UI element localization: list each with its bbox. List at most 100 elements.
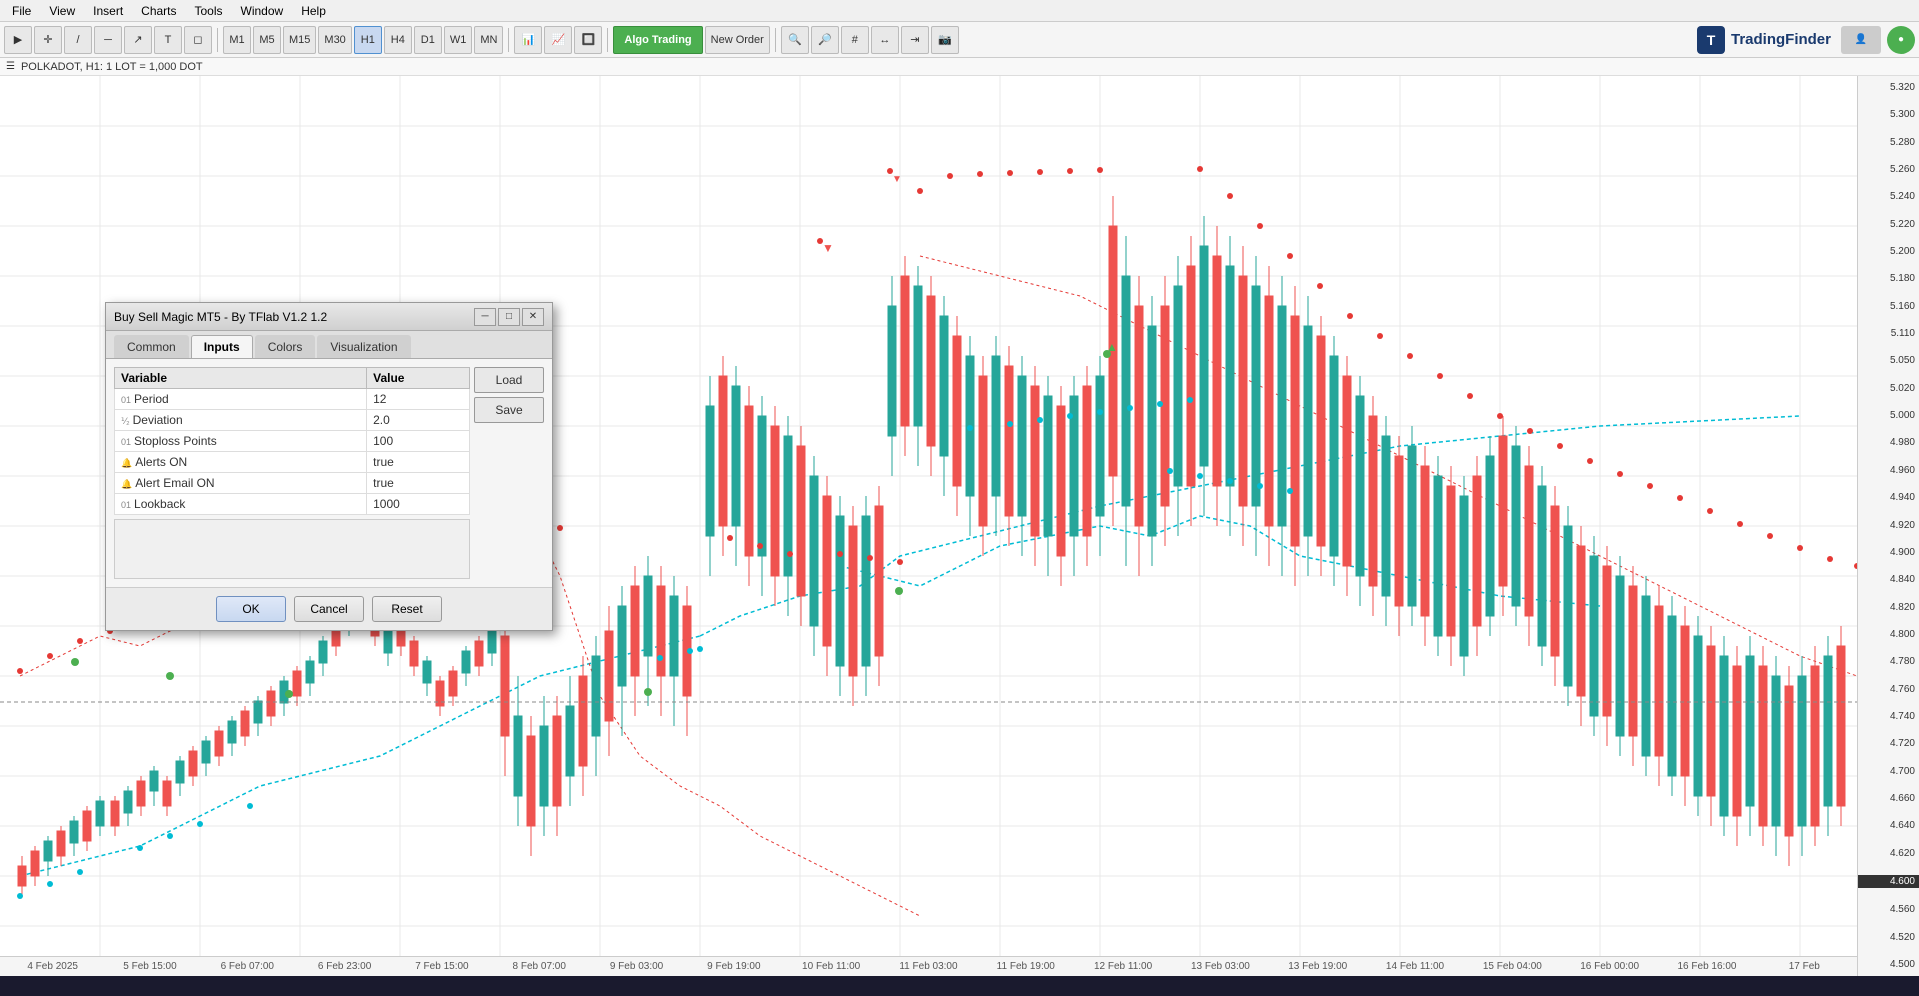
row-icon-0: 01: [121, 395, 131, 405]
row-value-5[interactable]: 1000: [367, 494, 470, 515]
toolbar-sep-1: [217, 28, 218, 52]
row-value-0[interactable]: 12: [367, 389, 470, 410]
tb-text[interactable]: T: [154, 26, 182, 54]
row-icon-1: ⅟₂: [121, 416, 130, 426]
tab-common[interactable]: Common: [114, 335, 189, 358]
tb-account[interactable]: 👤: [1841, 26, 1881, 54]
tab-inputs[interactable]: Inputs: [191, 335, 253, 358]
price-4800: 4.800: [1858, 629, 1919, 640]
menu-help[interactable]: Help: [293, 2, 334, 20]
toolbar: ▶ ✛ / ─ ↗ T ◻ M1 M5 M15 M30 H1 H4 D1 W1 …: [0, 22, 1919, 58]
tb-cursor[interactable]: ▶: [4, 26, 32, 54]
price-4940: 4.940: [1858, 492, 1919, 503]
menu-insert[interactable]: Insert: [85, 2, 131, 20]
tb-zoom-in[interactable]: 🔍: [781, 26, 809, 54]
modal-dialog: Buy Sell Magic MT5 - By TFlab V1.2 1.2 ─…: [105, 302, 553, 631]
tb-m30[interactable]: M30: [318, 26, 351, 54]
row-variable-5: 01Lookback: [115, 494, 367, 515]
tab-visualization[interactable]: Visualization: [317, 335, 410, 358]
row-variable-1: ⅟₂Deviation: [115, 410, 367, 431]
time-16: 16 Feb 00:00: [1561, 961, 1658, 972]
price-4780: 4.780: [1858, 656, 1919, 667]
menu-charts[interactable]: Charts: [133, 2, 184, 20]
price-5200: 5.200: [1858, 246, 1919, 257]
chart-type-icon: ☰: [6, 61, 15, 72]
modal-body: Variable Value 01Period 12 ⅟₂Deviation 2…: [106, 359, 552, 587]
table-row[interactable]: 01Lookback 1000: [115, 494, 470, 515]
tab-colors[interactable]: Colors: [255, 335, 316, 358]
modal-maximize-button[interactable]: □: [498, 308, 520, 326]
tb-chart-shift[interactable]: ⇥: [901, 26, 929, 54]
load-button[interactable]: Load: [474, 367, 544, 393]
menu-tools[interactable]: Tools: [187, 2, 231, 20]
tb-autoscroll[interactable]: ↔: [871, 26, 899, 54]
inputs-area: Variable Value 01Period 12 ⅟₂Deviation 2…: [114, 367, 544, 579]
price-5180: 5.180: [1858, 273, 1919, 284]
tb-zoom-out[interactable]: 🔎: [811, 26, 839, 54]
tb-grid[interactable]: #: [841, 26, 869, 54]
table-row[interactable]: ⅟₂Deviation 2.0: [115, 410, 470, 431]
table-row[interactable]: 🔔Alert Email ON true: [115, 473, 470, 494]
tb-shapes[interactable]: ◻: [184, 26, 212, 54]
modal-tabs: Common Inputs Colors Visualization: [106, 331, 552, 359]
menu-file[interactable]: File: [4, 2, 39, 20]
tb-h4[interactable]: H4: [384, 26, 412, 54]
tb-objects[interactable]: 🔲: [574, 26, 602, 54]
table-row[interactable]: 01Period 12: [115, 389, 470, 410]
tb-chart-type[interactable]: 📊: [514, 26, 542, 54]
table-row[interactable]: 01Stoploss Points 100: [115, 431, 470, 452]
tb-h1[interactable]: H1: [354, 26, 382, 54]
col-header-value: Value: [367, 368, 470, 389]
tb-d1[interactable]: D1: [414, 26, 442, 54]
tb-line[interactable]: /: [64, 26, 92, 54]
tb-m15[interactable]: M15: [283, 26, 316, 54]
price-5220: 5.220: [1858, 219, 1919, 230]
tb-algo-trading[interactable]: Algo Trading: [613, 26, 702, 54]
cancel-button[interactable]: Cancel: [294, 596, 364, 622]
symbol-info: POLKADOT, H1: 1 LOT = 1,000 DOT: [21, 61, 203, 73]
row-variable-3: 🔔Alerts ON: [115, 452, 367, 473]
tb-hline[interactable]: ─: [94, 26, 122, 54]
price-4760: 4.760: [1858, 684, 1919, 695]
save-button[interactable]: Save: [474, 397, 544, 423]
tb-w1[interactable]: W1: [444, 26, 473, 54]
tb-m5[interactable]: M5: [253, 26, 281, 54]
tb-crosshair[interactable]: ✛: [34, 26, 62, 54]
modal-controls: ─ □ ✕: [474, 308, 544, 326]
time-12: 13 Feb 03:00: [1172, 961, 1269, 972]
time-10: 11 Feb 19:00: [977, 961, 1074, 972]
price-5020: 5.020: [1858, 383, 1919, 394]
tb-mn[interactable]: MN: [474, 26, 503, 54]
tb-screenshot[interactable]: 📷: [931, 26, 959, 54]
inputs-tbody: 01Period 12 ⅟₂Deviation 2.0 01Stoploss P…: [115, 389, 470, 515]
price-5260: 5.260: [1858, 164, 1919, 175]
price-5240: 5.240: [1858, 191, 1919, 202]
table-row[interactable]: 🔔Alerts ON true: [115, 452, 470, 473]
row-value-4[interactable]: true: [367, 473, 470, 494]
time-14: 14 Feb 11:00: [1366, 961, 1463, 972]
svg-text:▼: ▼: [892, 174, 902, 185]
tb-indicators[interactable]: 📈: [544, 26, 572, 54]
price-4720: 4.720: [1858, 738, 1919, 749]
menu-window[interactable]: Window: [233, 2, 292, 20]
modal-minimize-button[interactable]: ─: [474, 308, 496, 326]
tb-arrow[interactable]: ↗: [124, 26, 152, 54]
reset-button[interactable]: Reset: [372, 596, 442, 622]
ok-button[interactable]: OK: [216, 596, 286, 622]
price-5050: 5.050: [1858, 355, 1919, 366]
row-value-2[interactable]: 100: [367, 431, 470, 452]
tb-m1[interactable]: M1: [223, 26, 251, 54]
row-variable-2: 01Stoploss Points: [115, 431, 367, 452]
row-value-3[interactable]: true: [367, 452, 470, 473]
price-4520: 4.520: [1858, 932, 1919, 943]
price-4920: 4.920: [1858, 520, 1919, 531]
row-value-1[interactable]: 2.0: [367, 410, 470, 431]
time-2: 6 Feb 07:00: [199, 961, 296, 972]
menu-view[interactable]: View: [41, 2, 83, 20]
price-current: 4.600: [1858, 875, 1919, 888]
row-variable-4: 🔔Alert Email ON: [115, 473, 367, 494]
time-1: 5 Feb 15:00: [101, 961, 198, 972]
modal-close-button[interactable]: ✕: [522, 308, 544, 326]
tb-new-order[interactable]: New Order: [705, 26, 770, 54]
modal-titlebar: Buy Sell Magic MT5 - By TFlab V1.2 1.2 ─…: [106, 303, 552, 331]
